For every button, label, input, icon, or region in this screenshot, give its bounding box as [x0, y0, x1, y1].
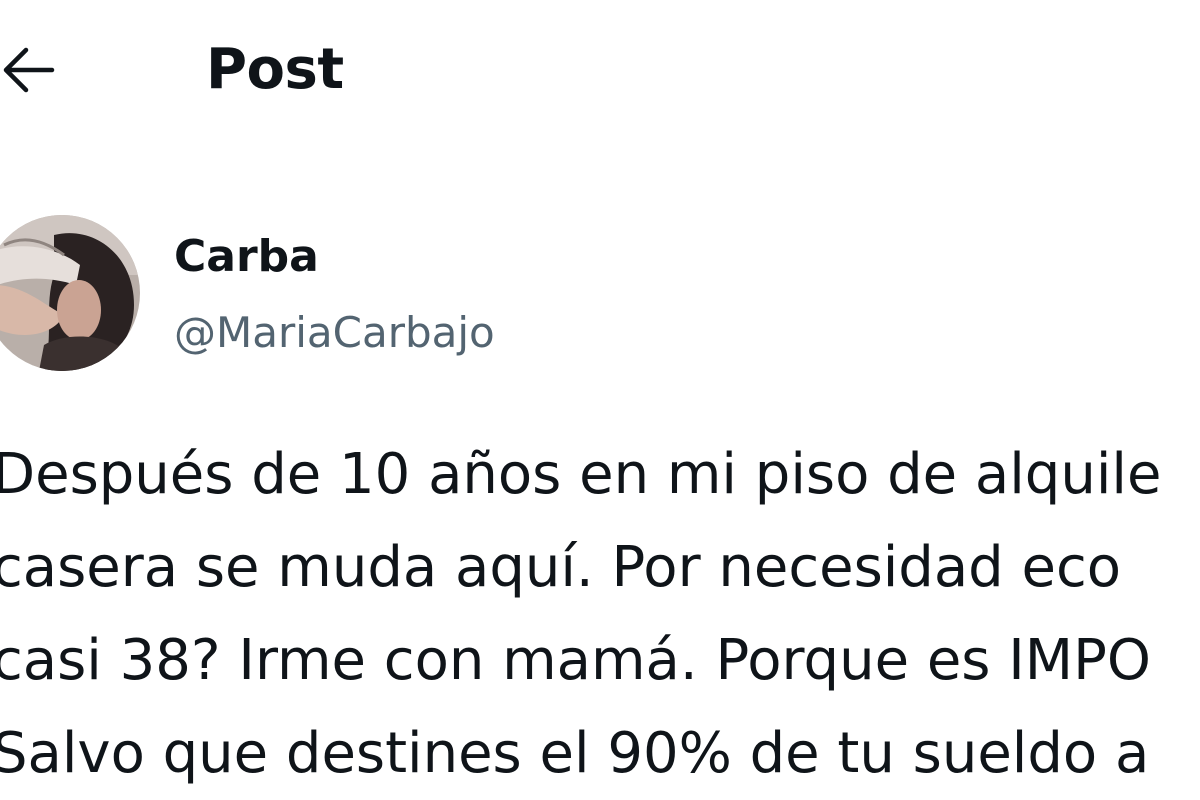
avatar[interactable]: [0, 215, 140, 371]
back-button[interactable]: [0, 40, 60, 100]
post-body: Después de 10 años en mi piso de alquile…: [0, 428, 1200, 800]
arrow-left-icon: [3, 47, 55, 93]
post-text-line: casi 38? Irme con mamá. Porque es IMPO: [0, 628, 1151, 693]
profile-photo: [0, 215, 140, 371]
post-text-line: Salvo que destines el 90% de tu sueldo a: [0, 721, 1150, 786]
author-display-name[interactable]: Carba: [174, 229, 319, 285]
author-handle[interactable]: @MariaCarbajo: [174, 305, 495, 361]
post-text-line: casera se muda aquí. Por necesidad eco: [0, 535, 1122, 600]
page-title: Post: [206, 37, 344, 102]
top-bar: Post: [0, 0, 1200, 140]
post-author: Carba @MariaCarbajo: [0, 215, 1200, 375]
post-text-line: Después de 10 años en mi piso de alquile: [0, 442, 1162, 507]
